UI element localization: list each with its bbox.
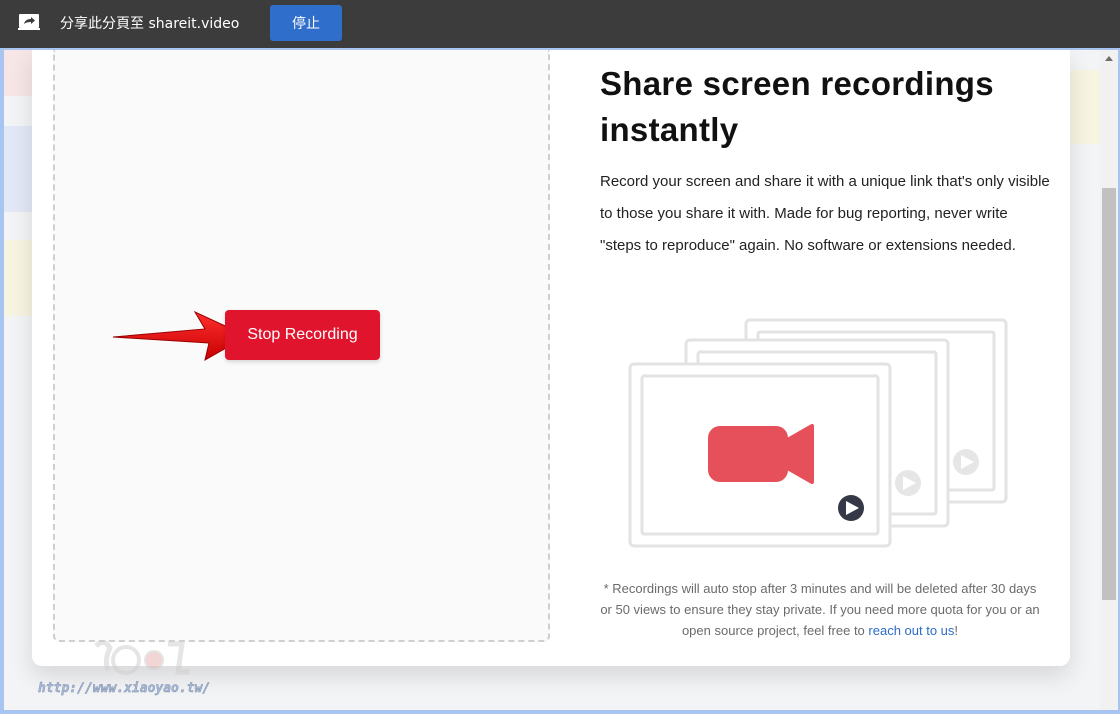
play-icon (838, 495, 864, 521)
page-background: Stop Recording Share screen recordings i… (4, 50, 1100, 710)
background-stripe (1066, 70, 1100, 144)
video-frames-illustration (628, 318, 1008, 548)
tab-sharing-bar: 分享此分頁至 shareit.video 停止 (0, 0, 1120, 48)
stop-recording-button[interactable]: Stop Recording (225, 310, 380, 360)
watermark-url: http://www.xiaoyao.tw/ (38, 681, 210, 696)
play-icon (953, 449, 979, 475)
video-camera-icon (708, 424, 814, 484)
play-icon (895, 470, 921, 496)
stop-sharing-button[interactable]: 停止 (270, 5, 342, 41)
page-title-line: Share screen recordings (600, 65, 994, 102)
scroll-up-icon[interactable] (1105, 56, 1113, 61)
screen-share-icon (18, 14, 40, 30)
page-title: Share screen recordings instantly (600, 61, 1040, 153)
scrollbar-thumb[interactable] (1102, 188, 1116, 600)
sharing-status-text: 分享此分頁至 shareit.video (60, 16, 240, 32)
page-description: Record your screen and share it with a u… (600, 173, 1050, 254)
footnote: * Recordings will auto stop after 3 minu… (596, 578, 1044, 641)
browser-viewport: Stop Recording Share screen recordings i… (0, 48, 1120, 714)
site-watermark-logo: http://www.xiaoyao.tw/ (38, 640, 210, 696)
contact-link[interactable]: reach out to us (868, 623, 954, 638)
recording-preview-area: Stop Recording (53, 50, 550, 642)
vertical-scrollbar[interactable] (1100, 50, 1118, 710)
page-title-line: instantly (600, 111, 739, 148)
recorder-card: Stop Recording Share screen recordings i… (32, 50, 1070, 666)
footnote-text: * Recordings will auto stop after 3 minu… (600, 581, 1040, 638)
footnote-end: ! (954, 623, 959, 638)
